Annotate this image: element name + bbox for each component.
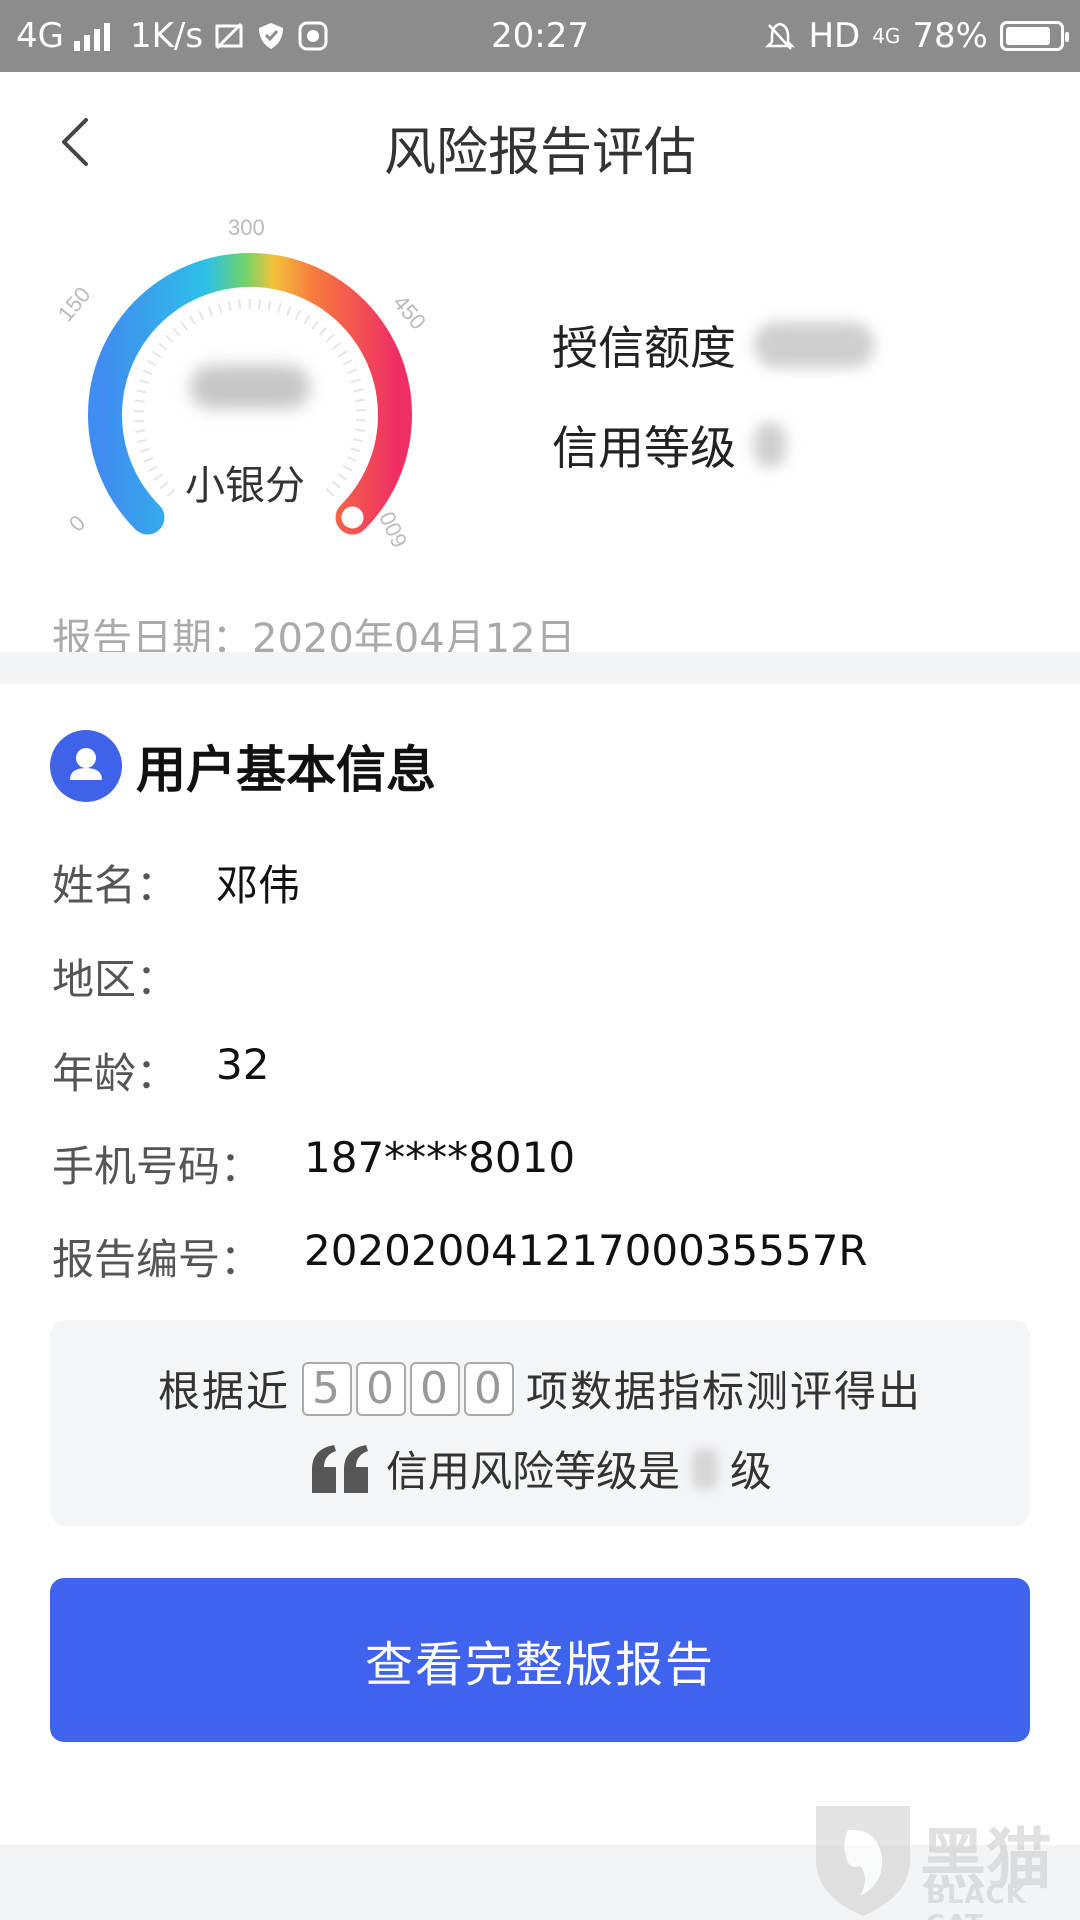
score-gauge: 0 150 300 450 600 小银分 [40,205,480,565]
hd-indicator: HD [808,16,861,56]
phone-value: 187****8010 [304,1133,576,1182]
summary-line-1: 根据近 5000 项数据指标测评得出 [50,1358,1030,1419]
header: 风险报告评估 [0,72,1080,212]
summary-prefix: 根据近 [157,1367,290,1416]
summary-suffix: 项数据指标测评得出 [526,1367,923,1416]
summary-box: 根据近 5000 项数据指标测评得出 信用风险等级是级 [50,1320,1030,1526]
battery-percent: 78% [912,16,988,56]
section-title: 用户基本信息 [136,741,436,799]
digit-box: 0 [356,1361,406,1416]
name-value: 邓伟 [216,861,301,910]
credit-level-redacted [754,422,786,468]
report-no-label: 报告编号： [52,1235,263,1284]
digit-box: 5 [302,1361,352,1416]
report-no-value: 20202004121700035557R [304,1226,868,1275]
tick-label: 450 [388,290,431,334]
info-row-region: 地区： [52,946,178,1007]
user-icon [50,730,122,802]
summary-line2-suffix: 级 [730,1447,773,1496]
bell-off-icon [765,22,796,50]
view-full-report-button[interactable]: 查看完整版报告 [50,1578,1030,1742]
info-row-name: 姓名： 邓伟 [52,852,300,913]
credit-limit-label: 授信额度 [552,321,736,375]
age-value: 32 [216,1040,270,1089]
risk-level-redacted [692,1448,718,1489]
digit-counter: 5000 [300,1361,516,1416]
phone-label: 手机号码： [52,1142,263,1191]
tick-label: 0 [64,510,90,536]
summary-line-2: 信用风险等级是 级 [50,1438,1030,1499]
credit-level-row: 信用等级 [552,412,786,478]
status-right: HD 4G 78% [764,16,1069,56]
tick-label: 300 [228,215,265,240]
section-divider [0,652,1080,684]
quote-icon [311,1444,368,1493]
tick-label: 150 [53,282,96,326]
tick-label: 600 [374,508,412,552]
digit-box: 0 [410,1361,460,1416]
network-right: 4G [872,24,901,48]
region-label: 地区： [52,955,179,1004]
name-label: 姓名： [52,861,179,910]
user-info-header: 用户基本信息 [50,730,436,802]
battery-icon [1000,21,1069,51]
digit-box: 0 [464,1361,514,1416]
credit-limit-redacted [754,322,874,368]
watermark-en: BLACK CAT [926,1880,1027,1920]
blackcat-logo-icon [816,1806,910,1916]
status-bar: 4G 1K/s 20:27 HD 4G 78% [0,0,1080,72]
blackcat-watermark: 黑猫 BLACK CAT [808,1800,1080,1920]
info-row-phone: 手机号码： 187****8010 [52,1133,575,1194]
credit-level-label: 信用等级 [552,421,736,475]
page-title: 风险报告评估 [383,123,696,183]
summary-line2-prefix: 信用风险等级是 [385,1447,680,1496]
info-row-age: 年龄： 32 [52,1040,269,1101]
info-row-report-no: 报告编号： 20202004121700035557R [52,1226,868,1287]
gauge-label: 小银分 [185,463,305,509]
credit-limit-row: 授信额度 [552,312,874,378]
age-label: 年龄： [52,1049,179,1098]
score-redacted [190,365,310,409]
